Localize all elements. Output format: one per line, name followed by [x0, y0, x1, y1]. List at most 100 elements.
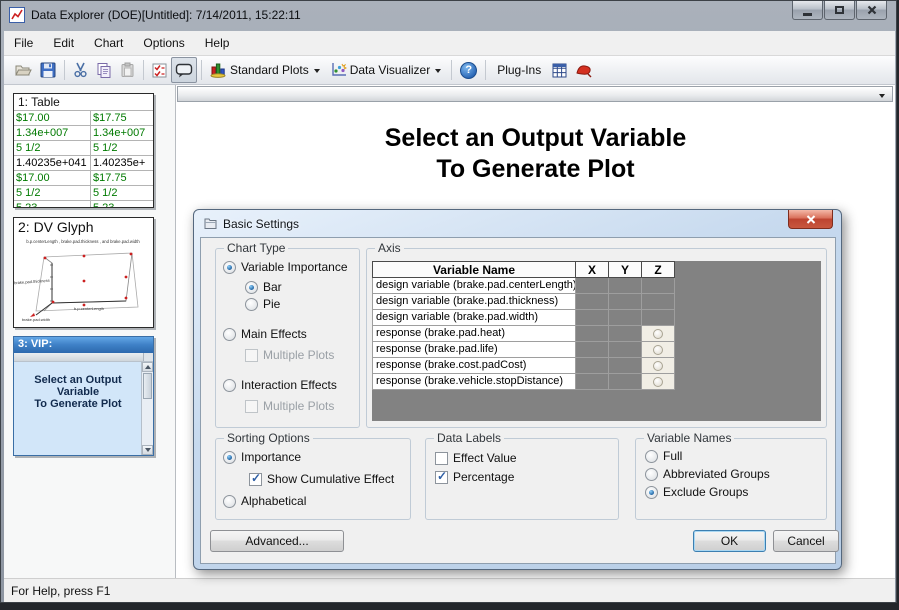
z-axis-radio-cell[interactable] — [642, 374, 675, 390]
open-button[interactable] — [10, 57, 36, 83]
basic-settings-dialog: Basic Settings Chart Type Variable Impor… — [193, 209, 842, 570]
checkbox-icon — [435, 452, 448, 465]
svg-text:b.p.centerLength , brake.pad.t: b.p.centerLength , brake.pad.thickness ,… — [26, 239, 140, 244]
z-axis-radio-cell[interactable] — [642, 358, 675, 374]
data-visualizer-label: Data Visualizer — [350, 63, 430, 77]
standard-plots-button[interactable]: Standard Plots — [206, 57, 326, 83]
table-row: $17.00$17.75 — [14, 170, 153, 185]
table-row: 5.235.23 — [14, 200, 153, 208]
open-folder-icon — [14, 62, 32, 78]
data-visualizer-dropdown-arrow — [435, 69, 441, 73]
annotation-button[interactable] — [171, 57, 197, 83]
axis-row[interactable]: design variable (brake.pad.width) — [372, 310, 821, 326]
vip-vertical-scrollbar[interactable] — [141, 362, 153, 455]
cut-scissors-icon — [73, 62, 88, 78]
save-icon — [40, 62, 56, 78]
copy-icon — [96, 62, 112, 78]
checkbox-icon — [245, 349, 258, 362]
glyph-panel-title: 2: DV Glyph — [14, 218, 153, 235]
scroll-thumb[interactable] — [143, 373, 152, 399]
data-visualizer-button[interactable]: Data Visualizer — [326, 57, 447, 83]
checkbox-effect-value[interactable]: Effect Value — [435, 451, 517, 465]
checkbox-multiple-plots-main[interactable]: Multiple Plots — [245, 348, 334, 362]
dialog-icon — [203, 216, 218, 231]
scroll-down-arrow[interactable] — [142, 445, 153, 455]
svg-text:brake.pad.width: brake.pad.width — [22, 317, 50, 322]
axis-table: Variable Name X Y Z design variable (bra… — [372, 261, 821, 390]
menu-chart[interactable]: Chart — [84, 31, 133, 55]
vip-horizontal-scrollbar[interactable] — [14, 353, 153, 362]
cancel-button[interactable]: Cancel — [773, 530, 839, 552]
axis-row[interactable]: response (brake.vehicle.stopDistance) — [372, 374, 821, 390]
maximize-button[interactable] — [824, 1, 855, 20]
checkbox-icon — [435, 471, 448, 484]
axis-row[interactable]: design variable (brake.pad.thickness) — [372, 294, 821, 310]
dialog-title-bar[interactable]: Basic Settings — [194, 210, 841, 237]
table-row: 1.40235e+0411.40235e+ — [14, 155, 153, 170]
checklist-button[interactable] — [148, 57, 171, 83]
radio-full[interactable]: Full — [645, 449, 682, 463]
copy-button[interactable] — [92, 57, 116, 83]
menu-bar: File Edit Chart Options Help — [4, 31, 895, 56]
menu-options[interactable]: Options — [133, 31, 194, 55]
lasso-button[interactable] — [571, 57, 597, 83]
radio-interaction-effects[interactable]: Interaction Effects — [223, 378, 337, 392]
plot-selector-arrow — [879, 94, 885, 98]
scroll-up-arrow[interactable] — [142, 362, 153, 372]
z-axis-radio-cell[interactable] — [642, 326, 675, 342]
toolbar: Standard Plots Data Visualizer ? Plug-In… — [4, 56, 895, 85]
checkbox-percentage[interactable]: Percentage — [435, 470, 514, 484]
checkbox-show-cumulative-effect[interactable]: Show Cumulative Effect — [249, 472, 394, 486]
canvas-heading: Select an Output Variable To Generate Pl… — [176, 123, 895, 185]
close-button[interactable] — [856, 1, 887, 20]
plot-selector-dropdown[interactable] — [177, 86, 893, 102]
z-radio-icon — [653, 329, 663, 339]
menu-help[interactable]: Help — [195, 31, 240, 55]
table-panel-title: 1: Table — [14, 94, 153, 110]
radio-exclude-groups[interactable]: Exclude Groups — [645, 485, 748, 499]
table-row: 1.34e+0071.34e+007 — [14, 125, 153, 140]
axis-row[interactable]: response (brake.cost.padCost) — [372, 358, 821, 374]
radio-icon — [223, 379, 236, 392]
dv-glyph-plot: b.p.centerLength , brake.pad.thickness ,… — [14, 235, 153, 327]
ok-button[interactable]: OK — [693, 530, 766, 552]
axis-row[interactable]: response (brake.pad.heat) — [372, 326, 821, 342]
save-button[interactable] — [36, 57, 60, 83]
radio-bar[interactable]: Bar — [245, 280, 282, 294]
help-button[interactable]: ? — [456, 57, 481, 83]
z-axis-radio-cell[interactable] — [642, 342, 675, 358]
thumbnail-vip-panel[interactable]: 3: VIP: Select an Output Variable To Gen… — [13, 336, 154, 456]
z-radio-icon — [653, 361, 663, 371]
radio-icon — [645, 486, 658, 499]
radio-icon — [245, 281, 258, 294]
radio-main-effects[interactable]: Main Effects — [223, 327, 307, 341]
vip-panel-title: 3: VIP: — [14, 337, 153, 353]
svg-text:b.p.centerLength: b.p.centerLength — [74, 306, 104, 311]
thumbnail-glyph-panel[interactable]: 2: DV Glyph b.p.centerLength , brake.pad… — [13, 217, 154, 328]
plugins-label: Plug-Ins — [497, 63, 541, 77]
axis-row[interactable]: design variable (brake.pad.centerLength) — [372, 278, 821, 294]
thumbnail-table-panel[interactable]: 1: Table $17.00$17.75 1.34e+0071.34e+007… — [13, 93, 154, 208]
checkbox-multiple-plots-interaction[interactable]: Multiple Plots — [245, 399, 334, 413]
paste-button[interactable] — [116, 57, 139, 83]
grid-view-button[interactable] — [548, 57, 571, 83]
radio-abbreviated-groups[interactable]: Abbreviated Groups — [645, 467, 770, 481]
axis-row[interactable]: response (brake.pad.life) — [372, 342, 821, 358]
menu-edit[interactable]: Edit — [43, 31, 84, 55]
window-title: Data Explorer (DOE)[Untitled]: 7/14/2011… — [31, 8, 301, 22]
radio-pie[interactable]: Pie — [245, 297, 280, 311]
radio-importance[interactable]: Importance — [223, 450, 301, 464]
svg-text:brake.pad.thickness: brake.pad.thickness — [14, 278, 50, 285]
menu-file[interactable]: File — [4, 31, 43, 55]
plugins-button[interactable]: Plug-Ins — [490, 57, 548, 83]
radio-alphabetical[interactable]: Alphabetical — [223, 494, 306, 508]
radio-variable-importance[interactable]: Variable Importance — [223, 260, 348, 274]
cut-button[interactable] — [69, 57, 92, 83]
speech-bubble-icon — [175, 63, 193, 78]
minimize-button[interactable] — [792, 1, 823, 20]
vip-panel-message: Select an Output Variable To Generate Pl… — [14, 362, 142, 455]
title-bar[interactable]: Data Explorer (DOE)[Untitled]: 7/14/2011… — [1, 1, 896, 29]
dialog-close-button[interactable] — [788, 210, 833, 229]
advanced-button[interactable]: Advanced... — [210, 530, 344, 552]
variable-names-label: Variable Names — [644, 431, 734, 445]
